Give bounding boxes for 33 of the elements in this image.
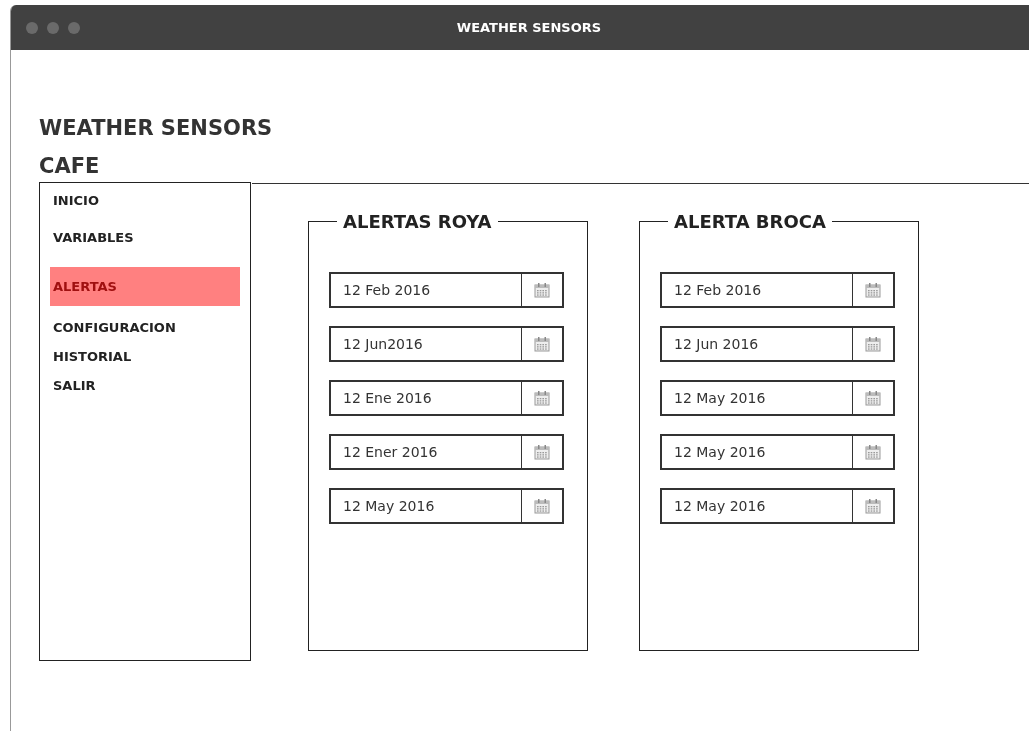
calendar-icon	[534, 336, 550, 352]
app-subtitle: CAFE	[39, 153, 101, 180]
calendar-icon	[865, 282, 881, 298]
date-field[interactable]: 12 Ene 2016	[329, 380, 564, 416]
calendar-icon	[534, 390, 550, 406]
sidebar-item[interactable]: HISTORIAL	[50, 349, 240, 364]
calendar-icon	[865, 444, 881, 460]
sidebar-item[interactable]: SALIR	[50, 378, 240, 393]
minimize-button[interactable]	[47, 21, 59, 34]
sidebar-item[interactable]: INICIO	[50, 193, 240, 208]
calendar-icon	[865, 498, 881, 514]
window-title: WEATHER SENSORS	[455, 20, 602, 35]
date-field[interactable]: 12 May 2016	[660, 488, 895, 524]
sidebar-item[interactable]: VARIABLES	[50, 230, 240, 245]
sidebar-item[interactable]: CONFIGURACION	[50, 320, 240, 335]
date-field[interactable]: 12 May 2016	[329, 488, 564, 524]
calendar-icon	[865, 336, 881, 352]
panel-title: ALERTAS ROYA	[342, 211, 493, 232]
calendar-icon	[534, 282, 550, 298]
date-field[interactable]: 12 May 2016	[660, 380, 895, 416]
panel-title: ALERTA BROCA	[673, 211, 827, 232]
date-field[interactable]: 12 Feb 2016	[660, 272, 895, 308]
maximize-button[interactable]	[68, 21, 80, 34]
date-field[interactable]: 12 May 2016	[660, 434, 895, 470]
app-title: WEATHER SENSORS	[39, 115, 274, 142]
date-field[interactable]: 12 Ener 2016	[329, 434, 564, 470]
date-field[interactable]: 12 Jun 2016	[660, 326, 895, 362]
date-field[interactable]: 12 Jun2016	[329, 326, 564, 362]
close-button[interactable]	[26, 21, 38, 34]
calendar-icon	[534, 498, 550, 514]
calendar-icon	[865, 390, 881, 406]
calendar-icon	[534, 444, 550, 460]
date-field[interactable]: 12 Feb 2016	[329, 272, 564, 308]
